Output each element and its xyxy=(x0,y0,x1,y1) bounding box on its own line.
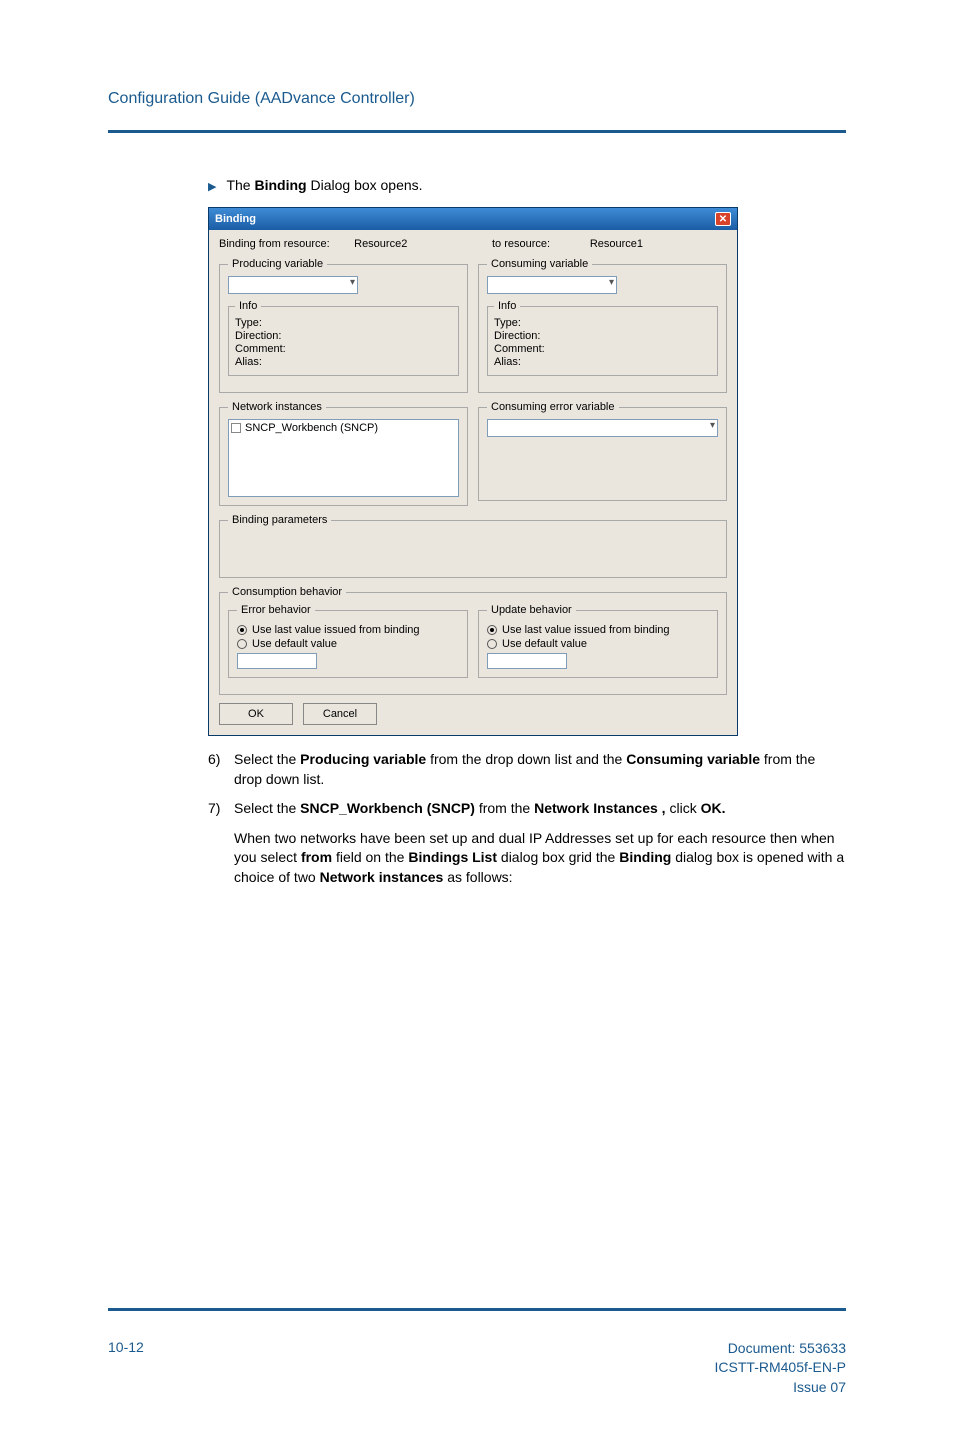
update-behavior-legend: Update behavior xyxy=(487,604,576,616)
consuming-info-legend: Info xyxy=(494,300,520,312)
cons-comment: Comment: xyxy=(494,343,711,355)
header-rule xyxy=(108,130,846,133)
t: SNCP_Workbench (SNCP) xyxy=(300,800,475,816)
t: field on the xyxy=(332,849,408,865)
prod-alias: Alias: xyxy=(235,356,452,368)
radio-label: Use last value issued from binding xyxy=(252,624,420,636)
producing-info-group: Info Type: Direction: Comment: Alias: xyxy=(228,300,459,376)
tree-item-label: SNCP_Workbench (SNCP) xyxy=(245,422,378,434)
step-7: Select the SNCP_Workbench (SNCP) from th… xyxy=(208,799,846,819)
cons-direction: Direction: xyxy=(494,330,711,342)
network-instances-legend: Network instances xyxy=(228,401,326,413)
t: from the drop down list and the xyxy=(426,751,626,767)
resource-row: Binding from resource: Resource2 to reso… xyxy=(219,238,727,250)
from-value: Resource2 xyxy=(354,238,407,250)
radio-label: Use default value xyxy=(502,638,587,650)
from-label: Binding from resource: xyxy=(219,238,330,250)
doc-line-1: Document: 553633 xyxy=(715,1339,846,1359)
radio-icon xyxy=(237,625,247,635)
t: from xyxy=(301,849,332,865)
ok-button[interactable]: OK xyxy=(219,703,293,725)
doc-line-2: ICSTT-RM405f-EN-P xyxy=(715,1358,846,1378)
t: Network Instances , xyxy=(534,800,666,816)
radio-label: Use default value xyxy=(252,638,337,650)
error-behavior-group: Error behavior Use last value issued fro… xyxy=(228,604,468,678)
consuming-variable-select[interactable] xyxy=(487,276,617,294)
t: Binding xyxy=(619,849,671,865)
radio-icon xyxy=(487,639,497,649)
t: click xyxy=(666,800,701,816)
consuming-error-legend: Consuming error variable xyxy=(487,401,619,413)
update-default-input[interactable] xyxy=(487,653,567,669)
t: Network instances xyxy=(320,869,444,885)
error-radio-last-value[interactable]: Use last value issued from binding xyxy=(237,624,459,636)
close-icon[interactable]: ✕ xyxy=(715,212,731,226)
dialog-titlebar: Binding ✕ xyxy=(209,208,737,230)
dialog-title-text: Binding xyxy=(215,208,256,230)
page-footer: 10-12 Document: 553633 ICSTT-RM405f-EN-P… xyxy=(108,1308,846,1437)
producing-info-legend: Info xyxy=(235,300,261,312)
binding-dialog: Binding ✕ Binding from resource: Resourc… xyxy=(208,207,738,736)
t: Select the xyxy=(234,751,300,767)
radio-label: Use last value issued from binding xyxy=(502,624,670,636)
step-6: Select the Producing variable from the d… xyxy=(208,750,846,789)
consuming-variable-legend: Consuming variable xyxy=(487,258,592,270)
consumption-behavior-legend: Consumption behavior xyxy=(228,586,346,598)
to-label: to resource: xyxy=(492,238,550,250)
prod-comment: Comment: xyxy=(235,343,452,355)
t: OK. xyxy=(701,800,726,816)
prod-direction: Direction: xyxy=(235,330,452,342)
cons-type: Type: xyxy=(494,317,711,329)
consuming-error-group: Consuming error variable xyxy=(478,401,727,501)
binding-parameters-legend: Binding parameters xyxy=(228,514,331,526)
t: dialog box grid the xyxy=(497,849,619,865)
error-radio-default[interactable]: Use default value xyxy=(237,638,459,650)
bullet-suffix: Dialog box opens. xyxy=(307,177,423,193)
radio-icon xyxy=(237,639,247,649)
cancel-button[interactable]: Cancel xyxy=(303,703,377,725)
to-value: Resource1 xyxy=(590,238,643,250)
binding-parameters-group: Binding parameters xyxy=(219,514,727,578)
t: as follows: xyxy=(443,869,512,885)
t: Select the xyxy=(234,800,300,816)
update-radio-default[interactable]: Use default value xyxy=(487,638,709,650)
doc-line-3: Issue 07 xyxy=(715,1378,846,1398)
t: Bindings List xyxy=(408,849,497,865)
bullet-bold: Binding xyxy=(254,177,306,193)
t: Consuming variable xyxy=(626,751,760,767)
page-number: 10-12 xyxy=(108,1339,144,1398)
page-header: Configuration Guide (AADvance Controller… xyxy=(108,0,846,130)
prod-type: Type: xyxy=(235,317,452,329)
bullet-text: The Binding Dialog box opens. xyxy=(226,177,422,193)
network-instances-group: Network instances SNCP_Workbench (SNCP) xyxy=(219,401,468,506)
cons-alias: Alias: xyxy=(494,356,711,368)
follow-paragraph: When two networks have been set up and d… xyxy=(234,829,846,888)
consuming-error-select[interactable] xyxy=(487,419,718,437)
update-radio-last-value[interactable]: Use last value issued from binding xyxy=(487,624,709,636)
error-default-input[interactable] xyxy=(237,653,317,669)
producing-variable-select[interactable] xyxy=(228,276,358,294)
update-behavior-group: Update behavior Use last value issued fr… xyxy=(478,604,718,678)
tree-item-sncp[interactable]: SNCP_Workbench (SNCP) xyxy=(231,422,456,434)
network-instances-tree[interactable]: SNCP_Workbench (SNCP) xyxy=(228,419,459,497)
checkbox-icon[interactable] xyxy=(231,423,241,433)
consumption-behavior-group: Consumption behavior Error behavior Use … xyxy=(219,586,727,695)
radio-icon xyxy=(487,625,497,635)
bullet-binding-opens: ▶ The Binding Dialog box opens. xyxy=(208,177,846,197)
producing-variable-legend: Producing variable xyxy=(228,258,327,270)
error-behavior-legend: Error behavior xyxy=(237,604,315,616)
bullet-icon: ▶ xyxy=(208,177,216,197)
bullet-prefix: The xyxy=(226,177,254,193)
document-info: Document: 553633 ICSTT-RM405f-EN-P Issue… xyxy=(715,1339,846,1398)
consuming-info-group: Info Type: Direction: Comment: Alias: xyxy=(487,300,718,376)
producing-variable-group: Producing variable Info Type: Direction:… xyxy=(219,258,468,393)
t: from the xyxy=(475,800,534,816)
consuming-variable-group: Consuming variable Info Type: Direction:… xyxy=(478,258,727,393)
t: Producing variable xyxy=(300,751,426,767)
